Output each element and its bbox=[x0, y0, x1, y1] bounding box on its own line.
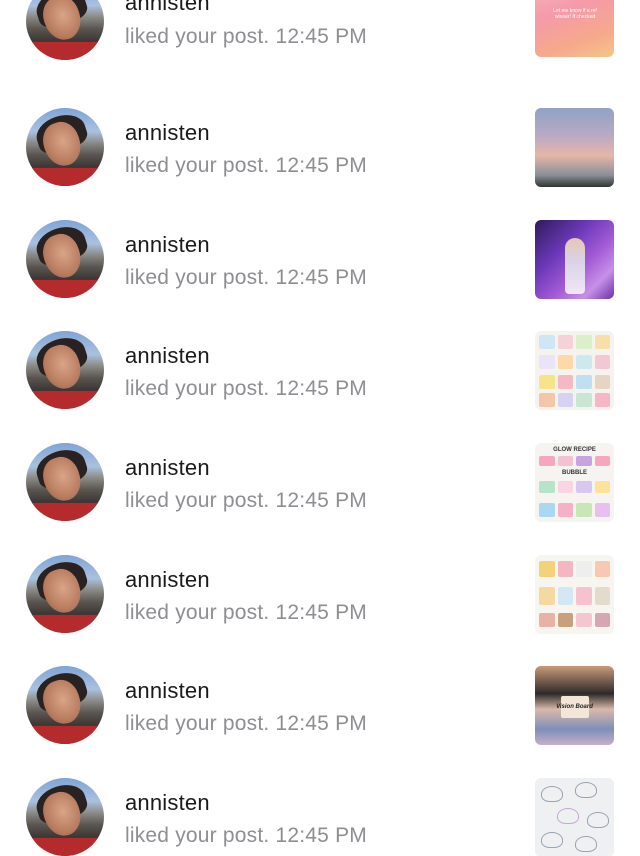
notification-text: liked your post. 12:45 PM bbox=[125, 266, 367, 289]
notification-username[interactable]: annisten bbox=[125, 678, 210, 704]
thumbnail-caption: BUBBLE bbox=[562, 470, 587, 476]
notification-username[interactable]: annisten bbox=[125, 0, 210, 16]
notification-text: liked your post. 12:45 PM bbox=[125, 712, 367, 735]
shell-icon bbox=[575, 782, 597, 798]
notification-text: liked your post. 12:45 PM bbox=[125, 601, 367, 624]
notification-text: liked your post. 12:45 PM bbox=[125, 154, 367, 177]
post-thumbnail[interactable] bbox=[535, 108, 614, 187]
notification-time: 12:45 PM bbox=[275, 266, 367, 289]
activity-notification-list: annisten liked your post. 12:45 PM Let m… bbox=[0, 0, 640, 856]
avatar[interactable] bbox=[26, 443, 104, 521]
avatar[interactable] bbox=[26, 220, 104, 298]
post-thumbnail[interactable]: Let me know if a ref winner! If checked bbox=[535, 0, 614, 57]
notification-time: 12:45 PM bbox=[275, 601, 367, 624]
notification-row[interactable]: annisten liked your post. 12:45 PM bbox=[0, 331, 640, 443]
thumbnail-caption: Let me know if a ref winner! If checked bbox=[553, 8, 597, 20]
thumbnail-caption: Vision Board bbox=[556, 704, 593, 710]
thumbnail-caption: GLOW RECIPE bbox=[553, 447, 596, 453]
post-thumbnail[interactable]: GLOW RECIPE BUBBLE bbox=[535, 443, 614, 522]
shell-icon bbox=[541, 832, 563, 848]
notification-row[interactable]: annisten liked your post. 12:45 PM bbox=[0, 220, 640, 332]
notification-username[interactable]: annisten bbox=[125, 120, 210, 146]
notification-row[interactable]: annisten liked your post. 12:45 PM bbox=[0, 778, 640, 856]
post-thumbnail[interactable] bbox=[535, 778, 614, 856]
notification-username[interactable]: annisten bbox=[125, 343, 210, 369]
notification-row[interactable]: annisten liked your post. 12:45 PM bbox=[0, 555, 640, 667]
notification-text: liked your post. 12:45 PM bbox=[125, 25, 367, 48]
notification-row[interactable]: annisten liked your post. 12:45 PM GLOW … bbox=[0, 443, 640, 555]
notification-username[interactable]: annisten bbox=[125, 790, 210, 816]
notification-row[interactable]: annisten liked your post. 12:45 PM Let m… bbox=[0, 0, 640, 94]
avatar[interactable] bbox=[26, 331, 104, 409]
shell-icon bbox=[587, 812, 609, 828]
notification-time: 12:45 PM bbox=[275, 824, 367, 847]
shell-icon bbox=[541, 786, 563, 802]
avatar[interactable] bbox=[26, 666, 104, 744]
notification-username[interactable]: annisten bbox=[125, 232, 210, 258]
notification-username[interactable]: annisten bbox=[125, 567, 210, 593]
notification-time: 12:45 PM bbox=[275, 712, 367, 735]
shell-icon bbox=[575, 836, 597, 852]
post-thumbnail[interactable] bbox=[535, 555, 614, 634]
notification-row[interactable]: annisten liked your post. 12:45 PM bbox=[0, 108, 640, 220]
notification-row[interactable]: annisten liked your post. 12:45 PM Visio… bbox=[0, 666, 640, 778]
notification-time: 12:45 PM bbox=[275, 377, 367, 400]
notification-time: 12:45 PM bbox=[275, 489, 367, 512]
notification-username[interactable]: annisten bbox=[125, 455, 210, 481]
notification-time: 12:45 PM bbox=[275, 25, 367, 48]
avatar[interactable] bbox=[26, 555, 104, 633]
avatar[interactable] bbox=[26, 108, 104, 186]
post-thumbnail[interactable] bbox=[535, 220, 614, 299]
post-thumbnail[interactable] bbox=[535, 331, 614, 410]
notification-text: liked your post. 12:45 PM bbox=[125, 824, 367, 847]
avatar[interactable] bbox=[26, 0, 104, 60]
avatar[interactable] bbox=[26, 778, 104, 856]
notification-text: liked your post. 12:45 PM bbox=[125, 377, 367, 400]
post-thumbnail[interactable]: Vision Board bbox=[535, 666, 614, 745]
notification-text: liked your post. 12:45 PM bbox=[125, 489, 367, 512]
shell-icon bbox=[557, 808, 579, 824]
notification-time: 12:45 PM bbox=[275, 154, 367, 177]
